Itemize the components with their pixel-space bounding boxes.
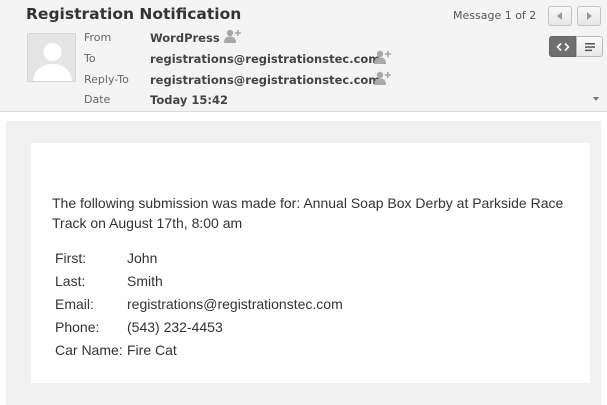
reply-to-label: Reply-To	[84, 73, 129, 86]
detail-key: Email:	[55, 295, 94, 312]
chevron-left-icon	[557, 12, 562, 20]
from-label: From	[84, 31, 112, 44]
plain-text-view-button[interactable]	[576, 36, 603, 57]
previous-message-button[interactable]	[548, 6, 572, 26]
message-subject: Registration Notification	[26, 5, 242, 23]
to-label: To	[84, 52, 96, 65]
add-contact-icon[interactable]	[374, 71, 392, 85]
detail-key: Phone:	[55, 318, 100, 335]
table-row: Email: registrations@registrationstec.co…	[53, 292, 345, 315]
detail-value: (543) 232-4453	[127, 318, 223, 335]
add-contact-icon[interactable]	[224, 29, 242, 43]
from-value[interactable]: WordPress	[150, 31, 220, 45]
code-icon	[555, 42, 570, 51]
detail-value: John	[127, 249, 158, 266]
sender-avatar	[27, 33, 76, 82]
table-row: Car Name: Fire Cat	[53, 338, 345, 361]
chevron-right-icon	[587, 12, 592, 20]
to-value[interactable]: registrations@registrationstec.com	[150, 52, 380, 66]
detail-value: registrations@registrationstec.com	[127, 295, 343, 312]
detail-key: Car Name:	[55, 341, 123, 358]
caret-down-icon[interactable]	[593, 97, 599, 101]
detail-value: Smith	[127, 272, 163, 289]
detail-key: Last:	[55, 272, 86, 289]
detail-value: Fire Cat	[127, 341, 177, 358]
person-silhouette-icon	[33, 43, 72, 81]
message-header: Registration Notification Message 1 of 2…	[0, 0, 607, 112]
submission-intro: The following submission was made for: A…	[52, 195, 564, 231]
table-row: Phone: (543) 232-4453	[53, 315, 345, 338]
html-view-button[interactable]	[549, 36, 576, 57]
submission-details-table: First: John Last: Smith Email: registrat…	[53, 246, 345, 361]
reply-to-value[interactable]: registrations@registrationstec.com	[150, 73, 380, 87]
lines-icon	[584, 42, 595, 51]
table-row: First: John	[53, 246, 345, 269]
detail-key: First:	[55, 249, 87, 266]
table-row: Last: Smith	[53, 269, 345, 292]
message-counter: Message 1 of 2	[453, 9, 537, 22]
date-label: Date	[84, 93, 111, 106]
date-value: Today 15:42	[150, 93, 228, 107]
next-message-button[interactable]	[577, 6, 601, 26]
add-contact-icon[interactable]	[374, 50, 392, 64]
